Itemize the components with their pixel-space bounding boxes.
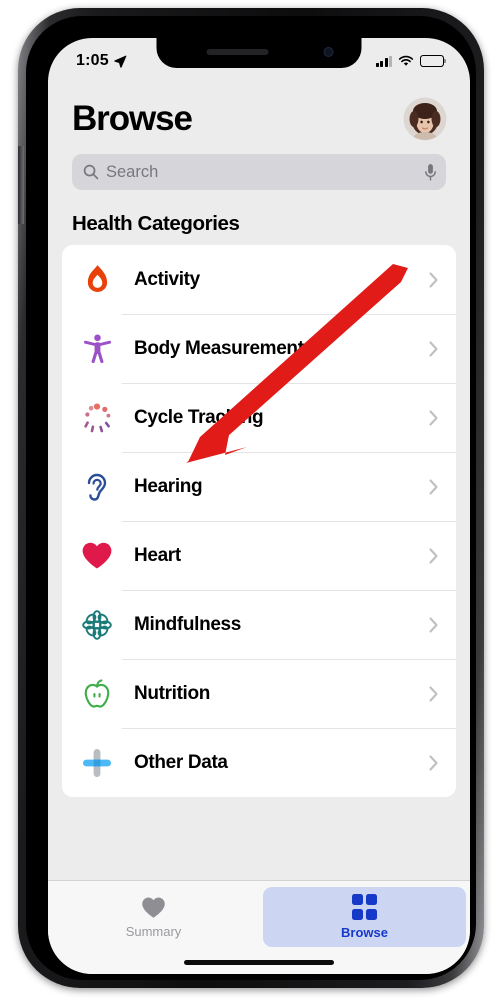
- list-item-hearing[interactable]: Hearing: [62, 452, 456, 521]
- list-item-label: Body Measurements: [134, 337, 314, 359]
- chevron-right-icon: [429, 340, 438, 357]
- list-item-label: Heart: [134, 544, 181, 566]
- status-bar-left: 1:05: [76, 52, 127, 70]
- section-title: Health Categories: [72, 212, 240, 235]
- chevron-right-icon: [429, 754, 438, 771]
- list-item-mindfulness[interactable]: Mindfulness: [62, 590, 456, 659]
- wifi-icon: [398, 55, 414, 66]
- home-indicator[interactable]: [184, 960, 334, 965]
- earpiece-speaker-icon: [206, 49, 269, 55]
- cellular-signal-icon: [375, 55, 392, 67]
- chevron-right-icon: [429, 547, 438, 564]
- chevron-right-icon: [429, 478, 438, 495]
- navigation-bar: Browse: [48, 80, 470, 140]
- chevron-right-icon: [429, 685, 438, 702]
- plus-cross-icon: [74, 747, 120, 779]
- list-item-label: Activity: [134, 268, 200, 290]
- list-item-body-measurements[interactable]: Body Measurements: [62, 314, 456, 383]
- cycle-dots-icon: [74, 402, 120, 434]
- scroll-content: Browse Search Health Categories Activity…: [48, 80, 470, 882]
- tab-browse[interactable]: Browse: [263, 887, 466, 947]
- search-icon: [83, 164, 99, 180]
- list-item-label: Hearing: [134, 475, 203, 497]
- power-button[interactable]: [18, 146, 24, 224]
- search-input[interactable]: Search: [72, 154, 446, 190]
- page-title: Browse: [72, 99, 193, 138]
- list-item-activity[interactable]: Activity: [62, 245, 456, 314]
- ear-icon: [74, 471, 120, 503]
- body-figure-icon: [74, 333, 120, 364]
- list-item-other-data[interactable]: Other Data: [62, 728, 456, 797]
- heart-icon: [142, 897, 165, 918]
- heart-icon: [74, 541, 120, 570]
- tab-label: Summary: [125, 923, 182, 939]
- status-time: 1:05: [76, 52, 109, 69]
- list-item-heart[interactable]: Heart: [62, 521, 456, 590]
- phone-frame: 1:05 Browse Search Health Categories Act…: [18, 8, 484, 988]
- status-bar-right: [375, 55, 447, 67]
- apple-icon: [74, 678, 120, 710]
- list-item-label: Cycle Tracking: [134, 406, 264, 428]
- chevron-right-icon: [429, 616, 438, 633]
- chevron-right-icon: [429, 409, 438, 426]
- search-placeholder: Search: [106, 162, 159, 181]
- chevron-right-icon: [429, 271, 438, 288]
- phone-bezel: 1:05 Browse Search Health Categories Act…: [26, 16, 476, 980]
- battery-icon: [420, 55, 447, 67]
- tab-label: Browse: [341, 924, 388, 940]
- tab-summary[interactable]: Summary: [52, 887, 255, 947]
- grid-icon: [351, 894, 378, 920]
- list-item-label: Nutrition: [134, 682, 210, 704]
- microphone-icon[interactable]: [424, 163, 437, 182]
- flame-icon: [74, 264, 120, 295]
- front-camera-icon: [323, 47, 334, 57]
- volume-down-button[interactable]: [18, 92, 24, 146]
- notch: [156, 38, 362, 68]
- mute-switch-button[interactable]: [18, 8, 23, 38]
- volume-up-button[interactable]: [18, 38, 24, 92]
- avatar[interactable]: [404, 98, 446, 140]
- list-item-cycle-tracking[interactable]: Cycle Tracking: [62, 383, 456, 452]
- mandala-icon: [74, 609, 120, 641]
- health-categories-list: Activity Body Measurements Cycle Trackin…: [62, 245, 456, 797]
- list-item-label: Other Data: [134, 751, 228, 773]
- list-item-nutrition[interactable]: Nutrition: [62, 659, 456, 728]
- location-arrow-icon: [114, 55, 127, 68]
- phone-screen: 1:05 Browse Search Health Categories Act…: [48, 38, 470, 974]
- list-item-label: Mindfulness: [134, 613, 241, 635]
